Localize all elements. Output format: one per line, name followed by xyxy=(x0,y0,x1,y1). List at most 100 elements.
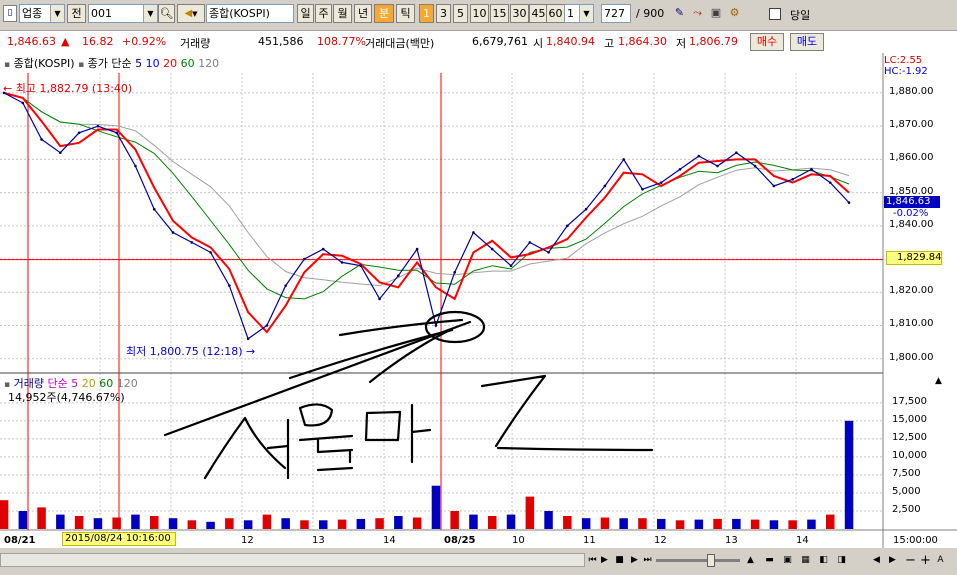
chart-style-icon[interactable]: ▦ xyxy=(800,553,811,568)
sell-button[interactable]: 매도 xyxy=(790,33,824,51)
period-year-button[interactable]: 년 xyxy=(354,4,372,23)
period-day-button[interactable]: 일 xyxy=(297,4,314,23)
price-point xyxy=(490,247,494,251)
price-point xyxy=(378,297,381,301)
speaker-button[interactable]: ◀▼ xyxy=(177,4,205,23)
chart-style-icon[interactable]: ▣ xyxy=(782,553,793,568)
settings-button[interactable]: ⚙ xyxy=(726,4,743,23)
prev-button[interactable]: 전 xyxy=(67,4,86,23)
price-point xyxy=(528,241,532,244)
code-input[interactable]: 001 ▼ xyxy=(88,4,158,23)
volume-y-tick-label: 5,000 xyxy=(892,485,921,497)
zoom-out-icon[interactable]: − xyxy=(905,553,916,568)
y-tick-label: 1,850.00 xyxy=(889,185,934,197)
chart-style-icon[interactable]: ▲ xyxy=(745,553,756,568)
next-icon[interactable]: ▶ xyxy=(629,553,640,568)
minute-5-button[interactable]: 5 xyxy=(453,4,468,23)
ma-20-label: 20 xyxy=(163,57,178,70)
price-point xyxy=(753,164,757,168)
chevron-down-icon[interactable]: ▼ xyxy=(50,5,64,22)
minute-3-button[interactable]: 3 xyxy=(436,4,451,23)
today-checkbox[interactable] xyxy=(769,8,781,20)
volume-label: 거래량 xyxy=(180,37,211,50)
trade-value: 6,679,761 xyxy=(472,35,528,48)
volume-ratio: 108.77% xyxy=(317,35,366,48)
quote-bar: 1,846.63 ▲ 16.82 +0.92% 거래량 451,586 108.… xyxy=(0,30,957,54)
zoom-slider[interactable] xyxy=(656,559,740,562)
chevron-down-icon[interactable]: ▼ xyxy=(579,5,593,22)
price-point xyxy=(434,324,438,327)
volume-bar xyxy=(262,514,272,529)
y-tick-label: 1,860.00 xyxy=(889,152,934,164)
chart-style-icon[interactable]: ◧ xyxy=(818,553,829,568)
low-value: 1,806.79 xyxy=(689,35,738,48)
period-minute-button[interactable]: 분 xyxy=(374,4,394,23)
period-week-button[interactable]: 주 xyxy=(315,4,332,23)
minute-10-button[interactable]: 10 xyxy=(470,4,489,23)
price-point xyxy=(134,164,137,168)
x-label-0821: 08/21 xyxy=(4,535,36,546)
minute-60-button[interactable]: 60 xyxy=(546,4,565,23)
gear-icon: ⚙ xyxy=(729,6,740,19)
chart-style-icon[interactable]: ◨ xyxy=(836,553,847,568)
volume-bar xyxy=(544,511,553,529)
count-input[interactable]: 727 xyxy=(601,4,631,23)
current-price-marker: 1,846.63 xyxy=(884,196,940,208)
scroll-left-icon[interactable]: ◀ xyxy=(871,553,882,568)
stop-icon[interactable]: ■ xyxy=(614,553,625,568)
price-point xyxy=(265,324,269,327)
price-point xyxy=(40,138,43,141)
volume-bar xyxy=(319,520,328,529)
minute-30-button[interactable]: 30 xyxy=(510,4,529,23)
scrollbar-track[interactable] xyxy=(0,553,585,567)
open-label: 시 xyxy=(533,37,544,50)
volume-bar xyxy=(750,519,760,529)
high-value: 1,864.30 xyxy=(618,35,667,48)
market-type-select[interactable]: 업종 ▼ xyxy=(19,4,65,23)
period-tick-button[interactable]: 틱 xyxy=(396,4,415,23)
search-icon: 🔍︎ xyxy=(159,7,174,20)
chart-tool-button[interactable]: ✎ xyxy=(671,4,688,23)
first-page-icon[interactable]: ⏮ xyxy=(587,553,598,568)
minute-input[interactable]: 1 ▼ xyxy=(564,4,594,23)
price-legend-name: 종합(KOSPI) xyxy=(13,57,75,70)
y-tick-label: 1,840.00 xyxy=(889,218,934,230)
period-month-button[interactable]: 월 xyxy=(333,4,352,23)
scroll-up-icon[interactable]: ▲ xyxy=(935,376,942,386)
compare-button[interactable]: ⤳ xyxy=(689,4,706,23)
chevron-down-icon[interactable]: ▼ xyxy=(143,5,157,22)
zoom-in-icon[interactable]: + xyxy=(920,553,931,568)
volume-y-tick-label: 7,500 xyxy=(892,467,921,479)
minute-15-button[interactable]: 15 xyxy=(490,4,509,23)
volume-bar xyxy=(375,518,384,529)
volume-bar xyxy=(206,521,215,529)
font-size-icon[interactable]: A xyxy=(935,553,946,568)
price-point xyxy=(228,284,231,287)
volume-y-tick-label: 15,000 xyxy=(892,413,927,425)
chart-style-icon[interactable]: ▬ xyxy=(764,553,775,568)
low-annotation: 최저 1,800.75 (12:18) → xyxy=(126,343,255,359)
volume-bar xyxy=(469,514,478,529)
zoom-slider-thumb[interactable] xyxy=(707,554,715,567)
buy-button[interactable]: 매수 xyxy=(750,33,784,51)
y-tick-label: 1,810.00 xyxy=(889,318,934,330)
market-icon[interactable]: ▯ xyxy=(3,5,17,22)
volume-bar xyxy=(638,518,647,529)
play-icon[interactable]: ▶ xyxy=(599,553,610,568)
price-point xyxy=(810,168,813,171)
ma-120-label: 120 xyxy=(198,57,220,70)
volume-bar xyxy=(300,520,309,529)
last-page-icon[interactable]: ⏭ xyxy=(642,553,653,568)
price-point xyxy=(284,284,287,287)
cursor-time-label: 2015/08/24 10:16:00 xyxy=(62,532,176,546)
save-button[interactable]: ▣ xyxy=(708,4,724,23)
volume-bar xyxy=(713,518,722,529)
chart-area[interactable] xyxy=(0,53,957,548)
minute-1-button[interactable]: 1 xyxy=(419,4,434,23)
search-button[interactable]: 🔍︎ xyxy=(158,4,175,23)
arrow-left-icon: ← xyxy=(3,82,13,95)
scroll-right-icon[interactable]: ▶ xyxy=(887,553,898,568)
price-point xyxy=(115,131,118,135)
x-label-11: 11 xyxy=(583,535,596,546)
y-tick-label: 1,880.00 xyxy=(889,85,934,97)
